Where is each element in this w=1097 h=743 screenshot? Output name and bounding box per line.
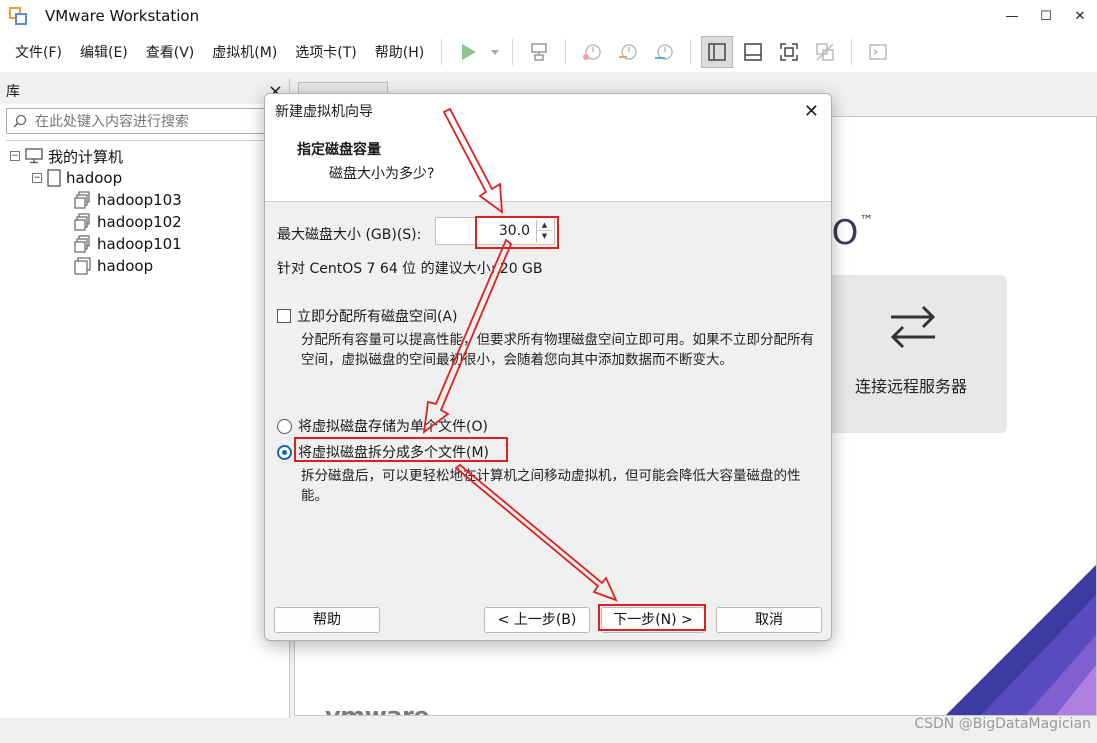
unity-icon [816, 43, 834, 61]
library-panel: 库 × 在此处键入内容进行搜索 − 我的计算机 − hadoop hadoop1… [0, 78, 290, 718]
menu-help[interactable]: 帮助(H) [366, 42, 433, 62]
new-vm-wizard-dialog: 新建虚拟机向导 ✕ 指定磁盘容量 磁盘大小为多少? 最大磁盘大小 (GB)(S)… [264, 93, 832, 641]
snapshot-button[interactable] [576, 36, 608, 68]
clock-manager-icon [655, 44, 673, 60]
dialog-heading: 指定磁盘容量 [297, 142, 381, 158]
swap-arrows-icon [890, 305, 936, 349]
single-file-label: 将虚拟磁盘存储为单个文件(O) [298, 419, 488, 435]
tree-label: 我的计算机 [48, 147, 124, 166]
tree-label: hadoop [66, 169, 123, 187]
collapse-toggle[interactable]: − [32, 173, 42, 183]
chevron-down-icon [491, 50, 500, 55]
split-files-description: 拆分磁盘后，可以更轻松地在计算机之间移动虚拟机，但可能会降低大容量磁盘的性能。 [301, 468, 801, 504]
title-bar: VMware Workstation — ☐ ✕ [0, 0, 1097, 32]
single-file-option[interactable]: 将虚拟磁盘存储为单个文件(O) [277, 416, 488, 436]
vm-clone-icon [74, 191, 90, 209]
vmware-app-icon [9, 7, 27, 25]
collapse-toggle[interactable]: − [10, 151, 20, 161]
vmware-logo: vmware [325, 702, 430, 716]
vm-clone-icon [74, 235, 90, 253]
cancel-button[interactable]: 取消 [716, 607, 822, 633]
document-icon [47, 169, 61, 187]
computer-icon [25, 148, 43, 164]
menu-edit[interactable]: 编辑(E) [71, 42, 137, 62]
bottom-panel-icon [744, 43, 762, 61]
dialog-subheading: 磁盘大小为多少? [329, 166, 435, 182]
tree-label: hadoop102 [97, 213, 182, 231]
clock-icon [583, 44, 601, 60]
tree-item-hadoop-folder[interactable]: − hadoop [6, 167, 283, 189]
dialog-close-icon[interactable]: ✕ [804, 101, 819, 122]
tree-label: hadoop101 [97, 235, 182, 253]
annotation-box-next-button [598, 604, 706, 631]
watermark: CSDN @BigDataMagician [914, 716, 1091, 732]
library-search-input[interactable]: 在此处键入内容进行搜索 [6, 108, 283, 134]
tree-item-hadoop103[interactable]: hadoop103 [6, 189, 283, 211]
terminal-icon [869, 44, 887, 60]
connect-remote-server-card[interactable]: 连接远程服务器 [815, 275, 1007, 433]
tree-label: hadoop [97, 257, 154, 275]
annotation-box-split-option [294, 437, 508, 462]
single-file-radio[interactable] [277, 418, 292, 434]
send-ctrl-alt-del-button[interactable] [523, 36, 555, 68]
menu-view[interactable]: 查看(V) [137, 42, 204, 62]
remote-server-label: 连接远程服务器 [854, 377, 967, 396]
tree-label: hadoop103 [97, 191, 182, 209]
play-icon [462, 44, 477, 60]
tree-item-hadoop[interactable]: hadoop [6, 255, 283, 277]
allocate-all-checkbox[interactable] [277, 309, 291, 323]
show-library-button[interactable] [701, 36, 734, 68]
power-on-button[interactable] [452, 36, 484, 68]
tree-item-my-computer[interactable]: − 我的计算机 [6, 145, 283, 167]
help-button[interactable]: 帮助 [274, 607, 380, 633]
allocate-all-label: 立即分配所有磁盘空间(A) [297, 309, 458, 325]
minimize-button[interactable]: — [995, 0, 1029, 32]
menu-tabs[interactable]: 选项卡(T) [286, 42, 365, 62]
split-files-radio[interactable] [277, 444, 292, 460]
maximize-button[interactable]: ☐ [1029, 0, 1063, 32]
corner-decoration [946, 565, 1096, 715]
vm-tree: − 我的计算机 − hadoop hadoop103 hadoop102 had… [6, 140, 283, 277]
unity-button[interactable] [809, 36, 841, 68]
network-icon [531, 43, 547, 61]
allocate-all-option[interactable]: 立即分配所有磁盘空间(A) [277, 306, 458, 326]
recommended-size-text: 针对 CentOS 7 64 位 的建议大小: 20 GB [277, 261, 543, 277]
clock-revert-icon [619, 44, 637, 60]
disk-size-label: 最大磁盘大小 (GB)(S): [277, 227, 422, 243]
library-title: 库 [6, 84, 20, 100]
power-dropdown[interactable] [488, 36, 502, 68]
tree-item-hadoop101[interactable]: hadoop101 [6, 233, 283, 255]
fullscreen-icon [780, 43, 798, 61]
thumbnail-bar-button[interactable] [737, 36, 769, 68]
annotation-box-disk-size [475, 216, 559, 249]
window-title: VMware Workstation [45, 7, 200, 25]
console-view-button[interactable] [862, 36, 894, 68]
sidebar-layout-icon [708, 43, 726, 61]
menu-bar: 文件(F) 编辑(E) 查看(V) 虚拟机(M) 选项卡(T) 帮助(H) [0, 32, 1097, 72]
revert-snapshot-button[interactable] [612, 36, 644, 68]
menu-vm[interactable]: 虚拟机(M) [203, 42, 286, 62]
vm-icon [74, 257, 91, 275]
search-icon [13, 114, 27, 128]
close-window-button[interactable]: ✕ [1063, 0, 1097, 32]
fullscreen-button[interactable] [773, 36, 805, 68]
search-placeholder: 在此处键入内容进行搜索 [35, 114, 189, 130]
menu-file[interactable]: 文件(F) [6, 42, 71, 62]
dialog-title: 新建虚拟机向导 [275, 104, 373, 120]
vm-clone-icon [74, 213, 90, 231]
allocate-all-description: 分配所有容量可以提高性能，但要求所有物理磁盘空间立即可用。如果不立即分配所有空间… [301, 332, 814, 368]
dialog-header: 指定磁盘容量 磁盘大小为多少? [265, 128, 831, 202]
snapshot-manager-button[interactable] [648, 36, 680, 68]
back-button[interactable]: < 上一步(B) [484, 607, 590, 633]
tree-item-hadoop102[interactable]: hadoop102 [6, 211, 283, 233]
